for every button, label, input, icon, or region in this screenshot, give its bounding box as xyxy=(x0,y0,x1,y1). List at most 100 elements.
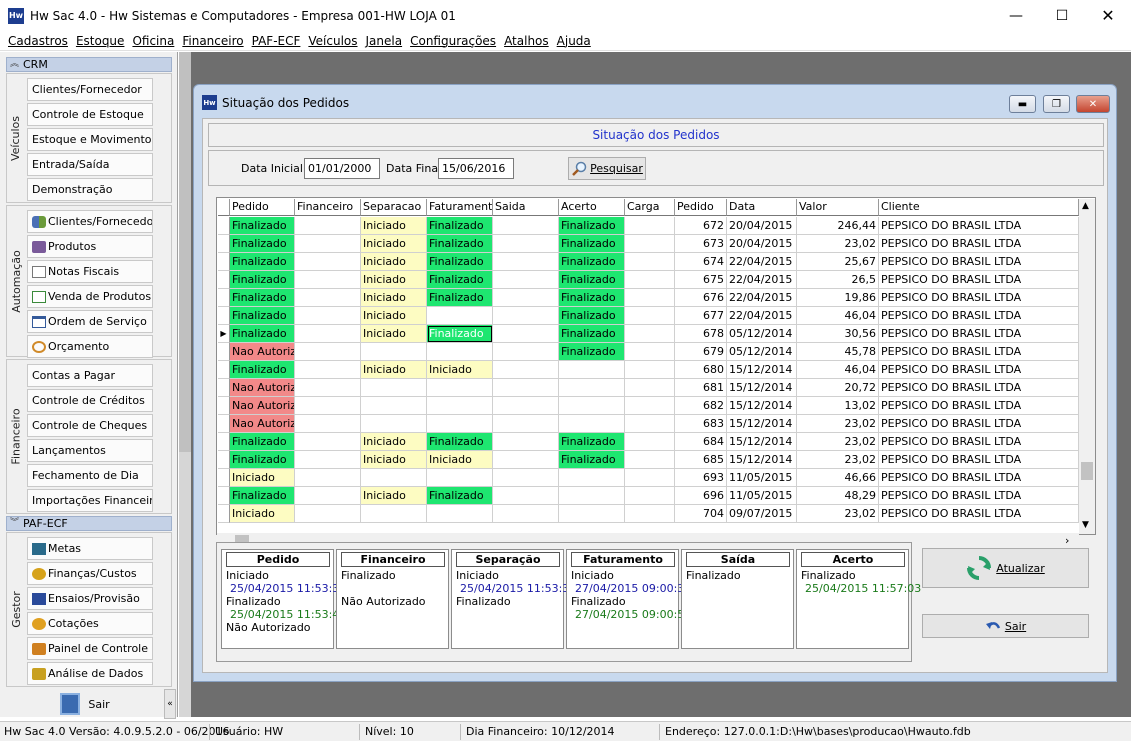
grid-cell-cliente[interactable]: PEPSICO DO BRASIL LTDA xyxy=(879,505,1079,523)
grid-cell-data[interactable]: 15/12/2014 xyxy=(727,397,797,415)
grid-cell-valor[interactable]: 26,5 xyxy=(797,271,879,289)
column-header-pedido-status[interactable]: Pedido xyxy=(230,199,295,216)
grid-cell-acerto[interactable] xyxy=(559,379,625,397)
grid-cell-data[interactable]: 22/04/2015 xyxy=(727,271,797,289)
grid-cell-carga[interactable] xyxy=(625,289,675,307)
nav-orcamento[interactable]: Orçamento xyxy=(27,335,153,358)
grid-cell-saida[interactable] xyxy=(493,433,559,451)
grid-cell-valor[interactable]: 23,02 xyxy=(797,235,879,253)
grid-cell-faturamento[interactable]: Finalizado xyxy=(427,235,493,253)
grid-cell-financeiro[interactable] xyxy=(295,307,361,325)
grid-cell-pedido-status[interactable]: Nao Autorizado xyxy=(230,415,295,433)
column-header-saida[interactable]: Saida xyxy=(493,199,559,216)
grid-cell-financeiro[interactable] xyxy=(295,397,361,415)
grid-cell-faturamento[interactable]: Finalizado xyxy=(427,325,493,343)
scroll-right-arrow-icon[interactable]: › xyxy=(1065,534,1069,547)
row-indicator[interactable] xyxy=(218,289,230,307)
menu-atalhos[interactable]: Atalhos xyxy=(504,34,549,48)
grid-cell-saida[interactable] xyxy=(493,307,559,325)
grid-cell-faturamento[interactable] xyxy=(427,379,493,397)
grid-cell-pedido-status[interactable]: Nao Autorizado xyxy=(230,379,295,397)
grid-cell-faturamento[interactable]: Finalizado xyxy=(427,217,493,235)
grid-cell-pedido-numero[interactable]: 704 xyxy=(675,505,727,523)
grid-cell-saida[interactable] xyxy=(493,325,559,343)
grid-cell-cliente[interactable]: PEPSICO DO BRASIL LTDA xyxy=(879,325,1079,343)
grid-cell-valor[interactable]: 46,66 xyxy=(797,469,879,487)
grid-cell-data[interactable]: 22/04/2015 xyxy=(727,307,797,325)
grid-cell-pedido-status[interactable]: Finalizado xyxy=(230,235,295,253)
grid-cell-faturamento[interactable] xyxy=(427,397,493,415)
grid-cell-pedido-status[interactable]: Finalizado xyxy=(230,451,295,469)
grid-cell-pedido-numero[interactable]: 683 xyxy=(675,415,727,433)
grid-cell-separacao[interactable] xyxy=(361,469,427,487)
grid-cell-separacao[interactable] xyxy=(361,505,427,523)
grid-cell-cliente[interactable]: PEPSICO DO BRASIL LTDA xyxy=(879,397,1079,415)
grid-cell-carga[interactable] xyxy=(625,505,675,523)
grid-cell-pedido-numero[interactable]: 685 xyxy=(675,451,727,469)
current-row-indicator-icon[interactable]: ▶ xyxy=(218,325,230,343)
nav-produtos[interactable]: Produtos xyxy=(27,235,153,258)
grid-cell-pedido-numero[interactable]: 674 xyxy=(675,253,727,271)
grid-cell-data[interactable]: 15/12/2014 xyxy=(727,433,797,451)
nav-veiculos-clientes-fornecedor[interactable]: Clientes/Fornecedor xyxy=(27,78,153,101)
grid-cell-separacao[interactable]: Iniciado xyxy=(361,325,427,343)
grid-cell-pedido-status[interactable]: Finalizado xyxy=(230,271,295,289)
scroll-down-arrow-icon[interactable]: ▼ xyxy=(1082,520,1089,530)
grid-cell-acerto[interactable]: Finalizado xyxy=(559,235,625,253)
grid-cell-saida[interactable] xyxy=(493,505,559,523)
column-header-faturamento[interactable]: Faturamento xyxy=(427,199,493,216)
nav-contas-a-pagar[interactable]: Contas a Pagar xyxy=(27,364,153,387)
grid-cell-carga[interactable] xyxy=(625,415,675,433)
grid-cell-pedido-numero[interactable]: 672 xyxy=(675,217,727,235)
grid-cell-saida[interactable] xyxy=(493,217,559,235)
grid-cell-cliente[interactable]: PEPSICO DO BRASIL LTDA xyxy=(879,469,1079,487)
nav-cotacoes[interactable]: Cotações xyxy=(27,612,153,635)
grid-cell-carga[interactable] xyxy=(625,271,675,289)
nav-analise-de-dados[interactable]: Análise de Dados xyxy=(27,662,153,685)
grid-cell-data[interactable]: 15/12/2014 xyxy=(727,451,797,469)
grid-cell-pedido-numero[interactable]: 677 xyxy=(675,307,727,325)
menu-oficina[interactable]: Oficina xyxy=(132,34,174,48)
nav-entrada-saida[interactable]: Entrada/Saída xyxy=(27,153,153,176)
paf-ecf-header[interactable]: ︾ PAF-ECF xyxy=(6,516,172,531)
menu-configuracoes[interactable]: Configurações xyxy=(410,34,496,48)
row-indicator[interactable] xyxy=(218,307,230,325)
grid-cell-financeiro[interactable] xyxy=(295,361,361,379)
column-header-acerto[interactable]: Acerto xyxy=(559,199,625,216)
grid-cell-acerto[interactable]: Finalizado xyxy=(559,271,625,289)
grid-cell-data[interactable]: 15/12/2014 xyxy=(727,379,797,397)
grid-cell-financeiro[interactable] xyxy=(295,415,361,433)
grid-cell-separacao[interactable]: Iniciado xyxy=(361,451,427,469)
nav-controle-de-estoque[interactable]: Controle de Estoque xyxy=(27,103,153,126)
grid-cell-data[interactable]: 22/04/2015 xyxy=(727,253,797,271)
row-indicator[interactable] xyxy=(218,451,230,469)
grid-cell-financeiro[interactable] xyxy=(295,217,361,235)
grid-cell-pedido-status[interactable]: Finalizado xyxy=(230,487,295,505)
grid-cell-carga[interactable] xyxy=(625,325,675,343)
grid-cell-valor[interactable]: 46,04 xyxy=(797,361,879,379)
grid-cell-valor[interactable]: 13,02 xyxy=(797,397,879,415)
grid-cell-acerto[interactable] xyxy=(559,487,625,505)
grid-cell-pedido-status[interactable]: Iniciado xyxy=(230,505,295,523)
grid-cell-carga[interactable] xyxy=(625,469,675,487)
grid-cell-carga[interactable] xyxy=(625,343,675,361)
grid-cell-cliente[interactable]: PEPSICO DO BRASIL LTDA xyxy=(879,451,1079,469)
grid-cell-separacao[interactable]: Iniciado xyxy=(361,217,427,235)
grid-cell-acerto[interactable] xyxy=(559,415,625,433)
grid-cell-acerto[interactable]: Finalizado xyxy=(559,343,625,361)
grid-cell-separacao[interactable]: Iniciado xyxy=(361,289,427,307)
grid-cell-cliente[interactable]: PEPSICO DO BRASIL LTDA xyxy=(879,235,1079,253)
grid-cell-separacao[interactable] xyxy=(361,415,427,433)
grid-cell-cliente[interactable]: PEPSICO DO BRASIL LTDA xyxy=(879,415,1079,433)
sidebar-sair-button[interactable]: Sair xyxy=(6,689,164,719)
grid-cell-acerto[interactable]: Finalizado xyxy=(559,289,625,307)
row-indicator[interactable] xyxy=(218,487,230,505)
grid-vscroll-thumb[interactable] xyxy=(1081,462,1093,480)
grid-cell-separacao[interactable]: Iniciado xyxy=(361,271,427,289)
nav-ensaios-provisao[interactable]: Ensaios/Provisão xyxy=(27,587,153,610)
grid-cell-cliente[interactable]: PEPSICO DO BRASIL LTDA xyxy=(879,271,1079,289)
nav-demonstracao[interactable]: Demonstração xyxy=(27,178,153,201)
grid-cell-acerto[interactable]: Finalizado xyxy=(559,433,625,451)
grid-cell-faturamento[interactable]: Finalizado xyxy=(427,433,493,451)
grid-cell-acerto[interactable] xyxy=(559,361,625,379)
